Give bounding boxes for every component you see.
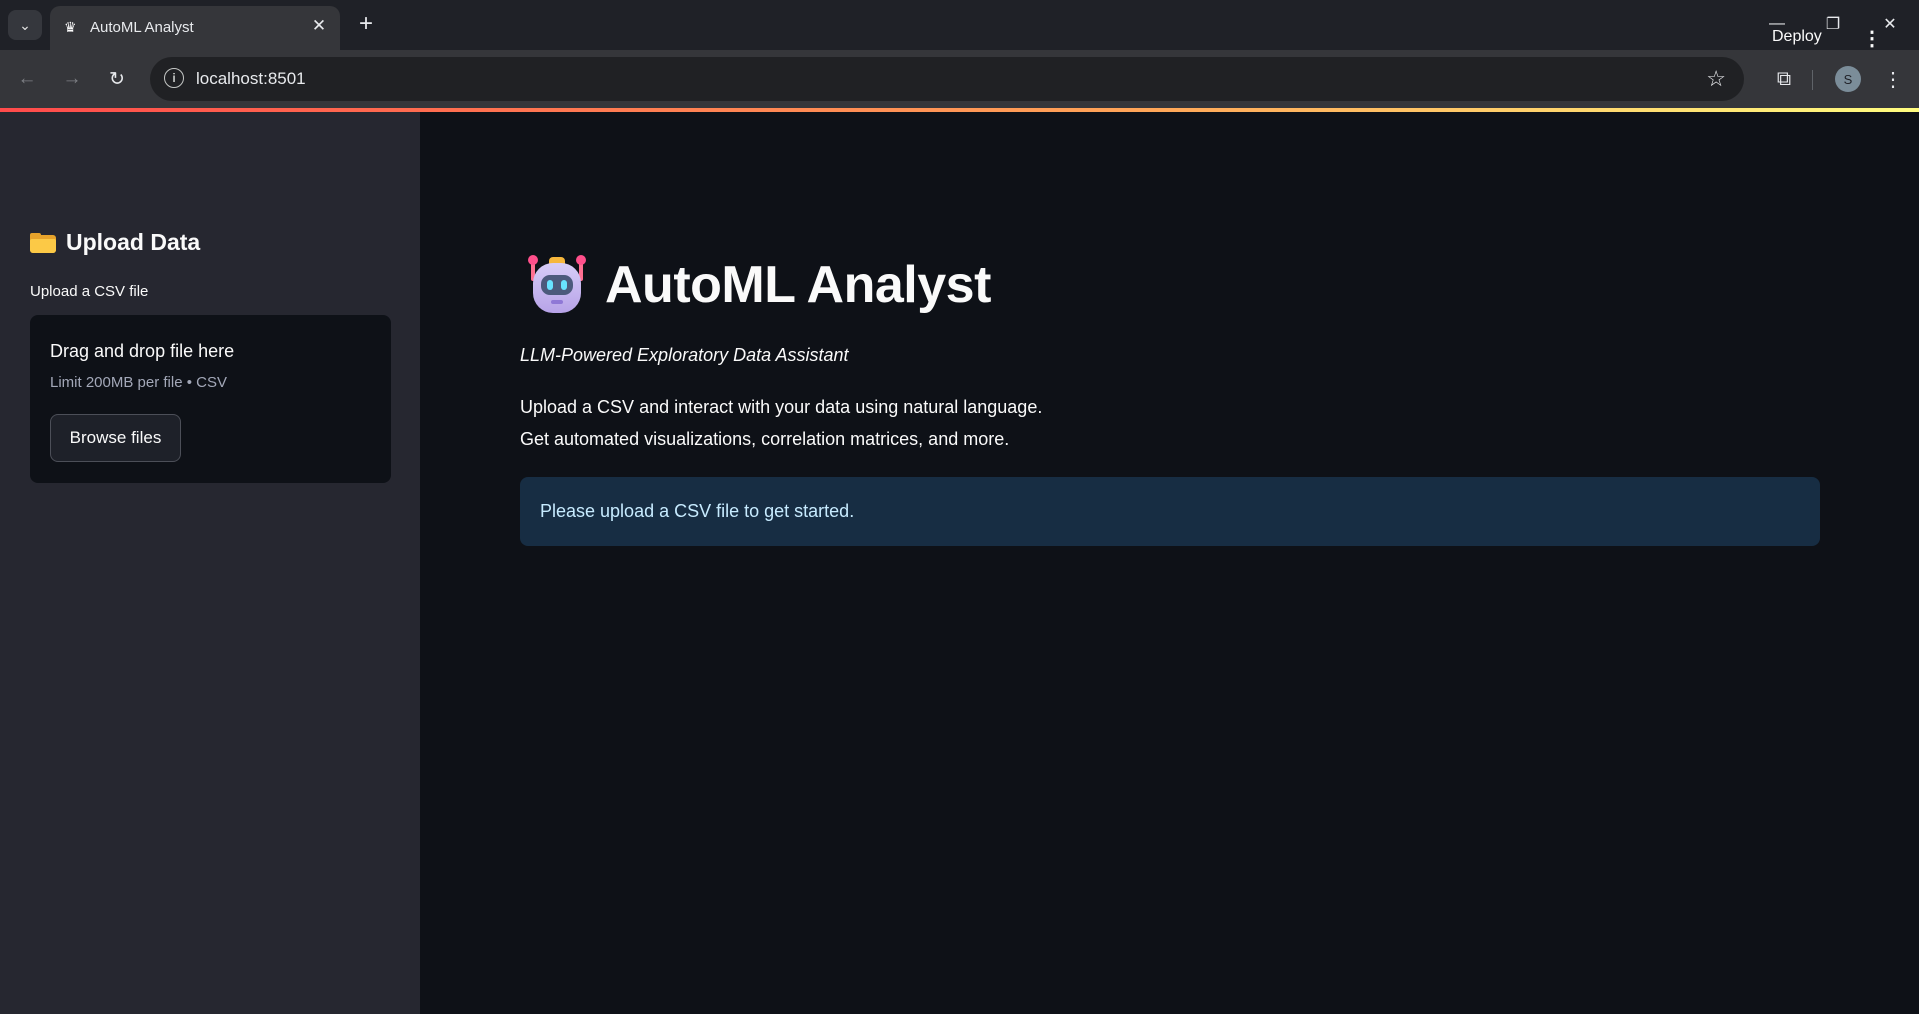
address-bar[interactable]: i localhost:8501 ☆ [150,57,1744,101]
arrow-left-icon: ← [17,68,37,89]
tab-title: AutoML Analyst [90,19,194,36]
restore-icon: ❐ [1825,16,1841,33]
description-line-2: Get automated visualizations, correlatio… [520,429,1010,449]
kebab-menu-icon: ⋮ [1883,68,1903,91]
tab-close-button[interactable]: ✕ [308,15,330,37]
page-title: AutoML Analyst [605,256,991,314]
extensions-button[interactable]: ⧉ [1768,63,1800,95]
close-icon: ✕ [311,16,327,35]
puzzle-icon: ⧉ [1776,67,1792,90]
back-button[interactable]: ← [12,64,42,94]
info-alert: Please upload a CSV file to get started. [520,477,1820,546]
dropzone-limit: Limit 200MB per file • CSV [50,374,227,391]
reload-icon: ↻ [109,68,125,90]
info-icon[interactable]: i [164,68,184,88]
toolbar-divider [1812,70,1813,90]
forward-button[interactable]: → [57,64,87,94]
sidebar: Upload Data Upload a CSV file Drag and d… [0,112,420,1014]
browser-tab-bar: ⌄ ♛ AutoML Analyst ✕ + — ❐ ✕ [0,0,1919,50]
main-menu-button[interactable]: ⋮ [1860,26,1884,50]
profile-avatar[interactable]: S [1835,66,1861,92]
file-dropzone[interactable]: Drag and drop file here Limit 200MB per … [30,315,391,483]
plus-icon: + [358,10,373,37]
reload-button[interactable]: ↻ [102,64,132,94]
url-text[interactable]: localhost:8501 [196,69,306,89]
browse-files-button[interactable]: Browse files [50,414,181,462]
chrome-menu-button[interactable]: ⋮ [1880,64,1906,94]
deploy-button[interactable]: Deploy [1772,28,1822,46]
new-tab-button[interactable]: + [352,10,380,38]
robot-icon [527,255,587,315]
chevron-down-icon: ⌄ [19,16,31,33]
star-icon[interactable]: ☆ [1706,66,1726,92]
info-alert-text: Please upload a CSV file to get started. [540,501,855,521]
arrow-right-icon: → [62,68,82,89]
browser-tab[interactable]: ♛ AutoML Analyst ✕ [50,6,340,50]
upload-label: Upload a CSV file [30,283,149,300]
page-title-row: AutoML Analyst [527,255,991,315]
page-subtitle: LLM-Powered Exploratory Data Assistant [520,345,849,365]
browser-toolbar: ← → ↻ i localhost:8501 ☆ ⧉ S ⋮ [0,50,1919,108]
folder-icon [30,232,56,253]
dropzone-title: Drag and drop file here [50,341,235,361]
kebab-menu-icon: ⋮ [1862,27,1882,50]
streamlit-crown-icon: ♛ [64,19,77,35]
description-line-1: Upload a CSV and interact with your data… [520,397,1043,417]
close-icon: ✕ [1883,16,1897,33]
sidebar-header: Upload Data [30,229,200,256]
tab-search-button[interactable]: ⌄ [8,10,42,40]
sidebar-title: Upload Data [66,229,201,255]
